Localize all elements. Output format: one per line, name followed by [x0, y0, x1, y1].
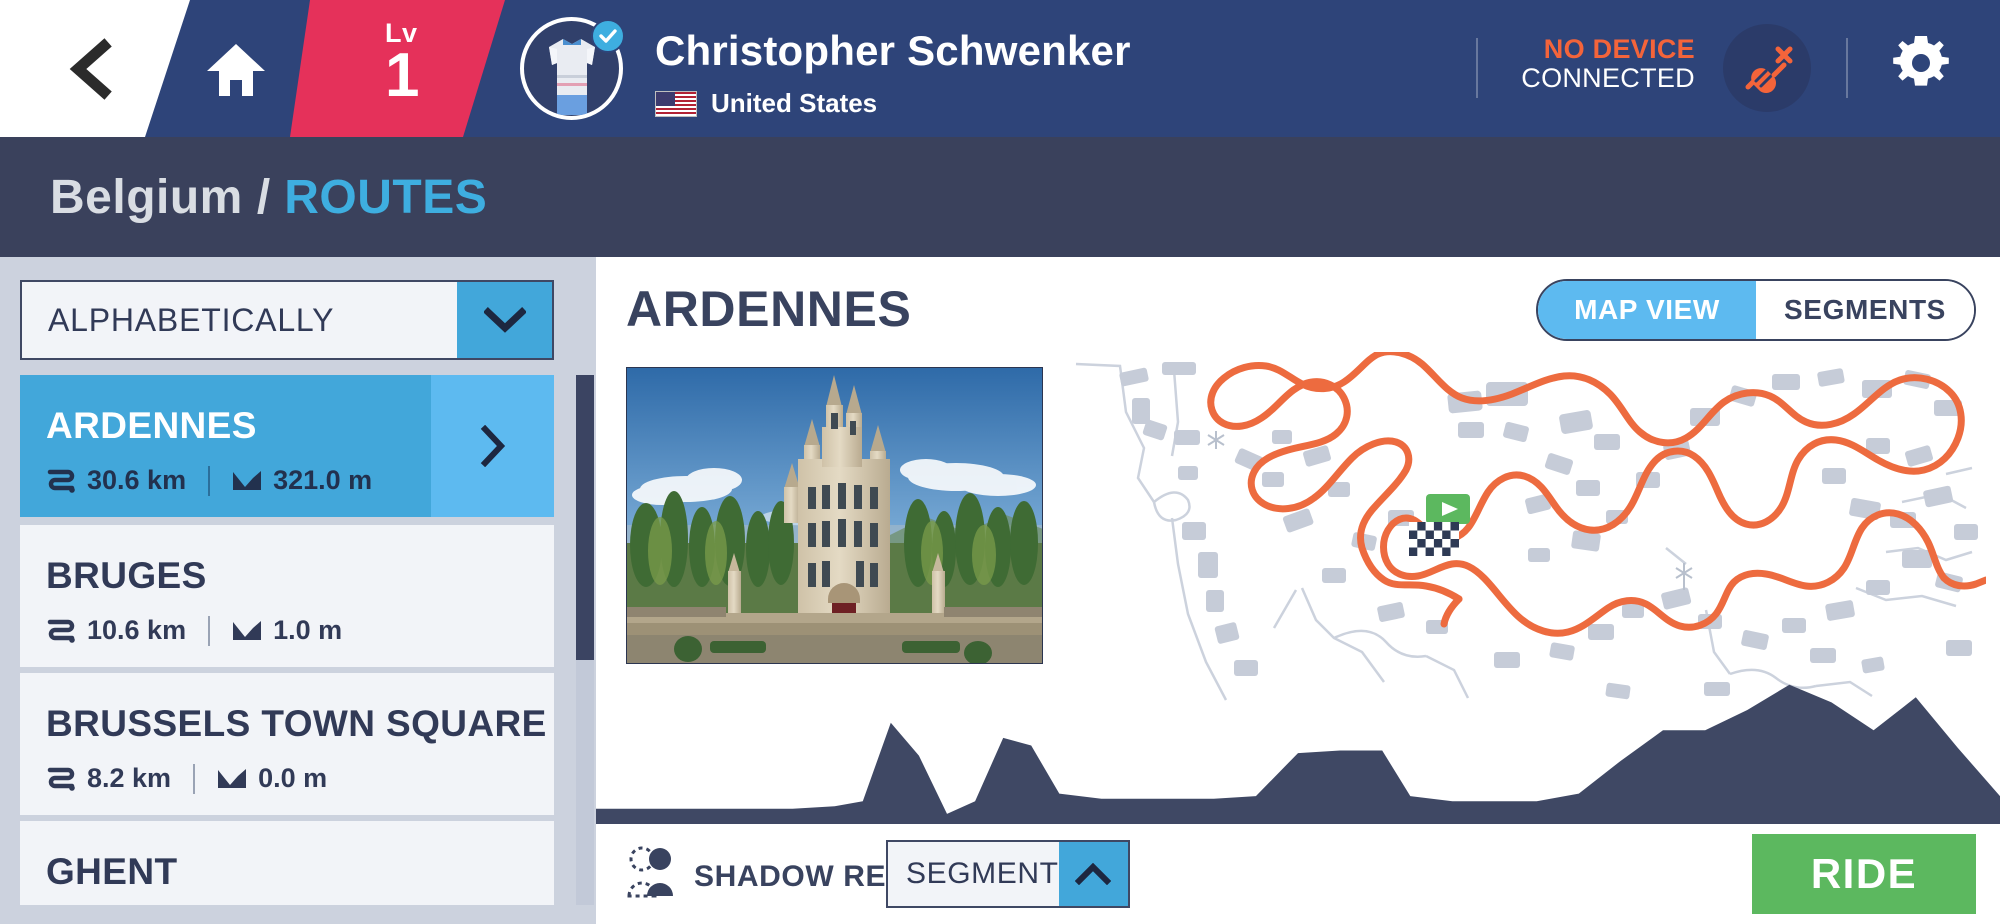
- sidebar-scrollbar-thumb[interactable]: [576, 375, 594, 660]
- route-distance: 8.2 km: [46, 763, 171, 794]
- flag-united-states-icon: [655, 90, 697, 117]
- segment-dropdown[interactable]: SEGMENT: [886, 840, 1130, 908]
- route-map[interactable]: [1066, 352, 1986, 702]
- route-list-item-brussels-town-square[interactable]: BRUSSELS TOWN SQUARE 8.2 km 0.0 m: [20, 673, 554, 815]
- country-name: United States: [711, 88, 878, 118]
- app-root: Lv 1 Christopher Schwenker United States…: [0, 0, 2000, 924]
- cycling-jersey-avatar: [548, 39, 595, 115]
- sort-dropdown-arrow[interactable]: [457, 282, 552, 358]
- page-title: ARDENNES: [626, 281, 912, 337]
- home-icon: [207, 44, 265, 96]
- stat-divider: [208, 615, 211, 646]
- view-toggle[interactable]: MAP VIEW SEGMENTS: [1536, 279, 1976, 341]
- plug-disconnected-icon: [1745, 46, 1793, 93]
- route-elevation-value: 1.0 m: [273, 615, 343, 645]
- chevron-left-icon: [69, 38, 112, 100]
- elevation-gain-icon: [218, 768, 247, 788]
- route-distance: 10.6 km: [46, 615, 186, 646]
- route-distance-icon: [47, 767, 75, 791]
- shadow-replay-icon: [627, 846, 673, 898]
- checkered-finish-flag-icon: [1409, 522, 1459, 556]
- breadcrumb-current: ROUTES: [284, 170, 488, 224]
- start-flag-green-play-icon: [1426, 494, 1470, 524]
- device-pairing-button[interactable]: [1723, 24, 1811, 112]
- route-preview-image[interactable]: [626, 367, 1043, 664]
- breadcrumb: Belgium / ROUTES: [0, 137, 2000, 257]
- stat-divider: [208, 465, 211, 496]
- route-stats: 30.6 km 321.0 m: [46, 465, 372, 496]
- sidebar: ALPHABETICALLY ARDENNES 30.6 km 321.0 m …: [0, 257, 596, 924]
- settings-button[interactable]: [1890, 32, 1952, 94]
- chevron-down-icon: [483, 307, 526, 333]
- route-distance-icon: [47, 469, 75, 493]
- route-elevation-value: 0.0 m: [258, 763, 328, 793]
- route-name: BRUGES: [46, 555, 207, 596]
- user-country: United States: [655, 88, 877, 119]
- device-status[interactable]: NO DEVICE CONNECTED: [1505, 34, 1695, 94]
- route-distance-value: 10.6 km: [87, 615, 187, 645]
- route-name: GHENT: [46, 851, 178, 892]
- elevation-profile: [596, 662, 2000, 832]
- segment-dropdown-value: SEGMENT: [888, 842, 1059, 906]
- elevation-gain-icon: [233, 620, 262, 640]
- tab-map-view[interactable]: MAP VIEW: [1538, 281, 1756, 339]
- tab-segments[interactable]: SEGMENTS: [1756, 281, 1974, 339]
- route-stats: 8.2 km 0.0 m: [46, 763, 327, 794]
- elevation-profile-chart: [596, 684, 2000, 824]
- route-list-item-ghent[interactable]: GHENT: [20, 821, 554, 905]
- main-panel: ARDENNES MAP VIEW SEGMENTS SHADOW REPLAY…: [596, 257, 2000, 924]
- level-value: 1: [385, 41, 420, 110]
- verified-check-icon: [599, 29, 617, 43]
- route-distance-icon: [47, 619, 75, 643]
- route-list-item-bruges[interactable]: BRUGES 10.6 km 1.0 m: [20, 525, 554, 667]
- chevron-up-icon: [1075, 863, 1112, 885]
- route-elevation-value: 321.0 m: [273, 465, 373, 495]
- route-list-item-ardennes[interactable]: ARDENNES 30.6 km 321.0 m: [20, 375, 554, 517]
- route-preview-gothic-cathedral: [626, 367, 1043, 664]
- gear-icon: [1893, 36, 1949, 86]
- ride-button[interactable]: RIDE: [1752, 834, 1976, 914]
- segment-dropdown-arrow[interactable]: [1058, 842, 1128, 906]
- top-header: Lv 1 Christopher Schwenker United States…: [0, 0, 2000, 137]
- home-button[interactable]: [205, 42, 267, 98]
- header-divider-1: [1476, 38, 1478, 98]
- route-name: ARDENNES: [46, 405, 257, 446]
- sort-dropdown-value: ALPHABETICALLY: [22, 282, 457, 358]
- route-map-svg: [1066, 352, 1986, 702]
- route-elevation: 1.0 m: [232, 615, 342, 646]
- device-status-line2: CONNECTED: [1521, 63, 1695, 94]
- header-divider-2: [1846, 38, 1848, 98]
- user-name: Christopher Schwenker: [655, 27, 1131, 74]
- breadcrumb-region[interactable]: Belgium: [50, 170, 243, 225]
- route-name: BRUSSELS TOWN SQUARE: [46, 703, 547, 744]
- sidebar-scrollbar-track[interactable]: [576, 375, 594, 905]
- back-button[interactable]: [62, 38, 124, 100]
- route-elevation: 321.0 m: [232, 465, 372, 496]
- stat-divider: [193, 763, 196, 794]
- route-stats: 10.6 km 1.0 m: [46, 615, 342, 646]
- route-distance-value: 30.6 km: [87, 465, 187, 495]
- route-distance: 30.6 km: [46, 465, 186, 496]
- verified-badge: [591, 19, 625, 53]
- sort-dropdown[interactable]: ALPHABETICALLY: [20, 280, 554, 360]
- body: ALPHABETICALLY ARDENNES 30.6 km 321.0 m …: [0, 257, 2000, 924]
- breadcrumb-separator: /: [256, 170, 271, 224]
- route-detail-arrow[interactable]: [431, 375, 554, 517]
- ride-button-label: RIDE: [1810, 850, 1918, 897]
- device-status-line1: NO DEVICE: [1543, 34, 1695, 64]
- route-list[interactable]: ARDENNES 30.6 km 321.0 m BRUGES 10.6 km …: [20, 375, 554, 905]
- bottom-action-bar: SHADOW REPLAY SEGMENT RIDE: [596, 832, 2000, 924]
- route-distance-value: 8.2 km: [87, 763, 172, 793]
- elevation-gain-icon: [233, 470, 262, 490]
- avatar[interactable]: [520, 17, 625, 120]
- chevron-right-icon: [480, 425, 505, 467]
- route-elevation: 0.0 m: [217, 763, 327, 794]
